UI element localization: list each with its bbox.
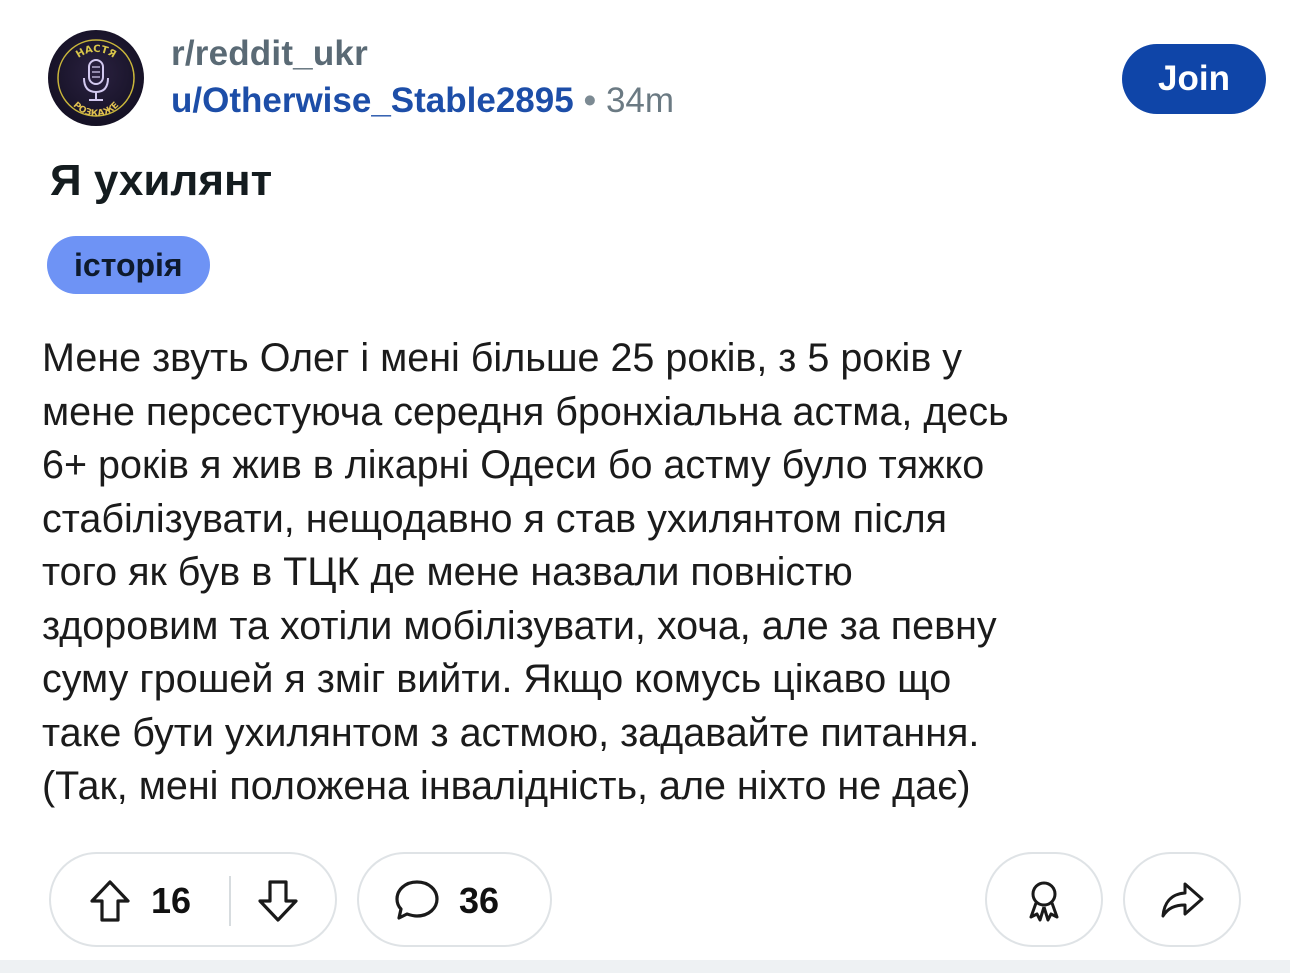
avatar-text-top: НАСТЯ <box>74 44 118 61</box>
share-button[interactable] <box>1123 852 1241 947</box>
award-button[interactable] <box>985 852 1103 947</box>
post-body-line: (Так, мені положена інвалідність, але ні… <box>42 764 971 808</box>
post-body-line: стабілізувати, нещодавно я став ухилянто… <box>42 496 948 541</box>
vote-control: 16 <box>49 852 337 947</box>
post-body-line: мене персестуюча середня бронхіальна аст… <box>42 389 1009 434</box>
avatar-text-bottom: РОЗКАЖЕ <box>71 100 121 119</box>
upvote-button[interactable] <box>85 876 135 926</box>
subreddit-name[interactable]: r/reddit_ukr <box>171 34 368 74</box>
post-meta: u/Otherwise_Stable2895 • 34m <box>171 81 674 121</box>
post-time: 34m <box>605 81 675 120</box>
upvote-icon <box>90 880 130 922</box>
comment-icon-wrap <box>393 876 443 926</box>
post-body-line: суму грошей я зміг вийти. Якщо комусь ці… <box>42 657 952 701</box>
svg-text:НАСТЯ: НАСТЯ <box>74 44 118 61</box>
subreddit-avatar[interactable]: НАСТЯ РОЗКАЖЕ <box>48 30 144 126</box>
post-body-line: того як був в ТЦК де мене назвали повніс… <box>42 550 853 594</box>
podcast-microphone-avatar-icon: НАСТЯ РОЗКАЖЕ <box>57 39 135 119</box>
share-icon <box>1161 882 1204 917</box>
comment-count: 36 <box>459 880 500 921</box>
post-body-line: Мене звуть Олег і мені більше 25 років, … <box>42 336 963 380</box>
comment-icon <box>395 880 439 920</box>
post-body: Мене звуть Олег і мені більше 25 років, … <box>42 332 1252 814</box>
svg-text:РОЗКАЖЕ: РОЗКАЖЕ <box>71 100 121 119</box>
award-icon <box>1029 881 1059 921</box>
comments-button[interactable]: 36 <box>357 852 552 947</box>
vote-count: 16 <box>151 880 192 921</box>
meta-separator: • <box>583 81 596 120</box>
downvote-icon <box>258 880 298 922</box>
feed-divider <box>0 960 1290 973</box>
post-body-line: таке бути ухилянтом з астмою, задавайте … <box>42 710 980 755</box>
post-flair[interactable]: історія <box>47 236 210 294</box>
post-body-line: 6+ років я жив в лікарні Одеси бо астму … <box>42 443 985 487</box>
author-username[interactable]: u/Otherwise_Stable2895 <box>171 81 574 120</box>
join-button[interactable]: Join <box>1122 44 1266 114</box>
post-body-line: здоровим та хотіли мобілізувати, хоча, а… <box>42 603 997 648</box>
downvote-button[interactable] <box>253 876 303 926</box>
post-title: Я ухилянт <box>50 156 273 205</box>
post-card: НАСТЯ РОЗКАЖЕ r/reddit_ukr u/Otherwise_S… <box>0 0 1290 960</box>
vote-divider <box>229 876 231 926</box>
